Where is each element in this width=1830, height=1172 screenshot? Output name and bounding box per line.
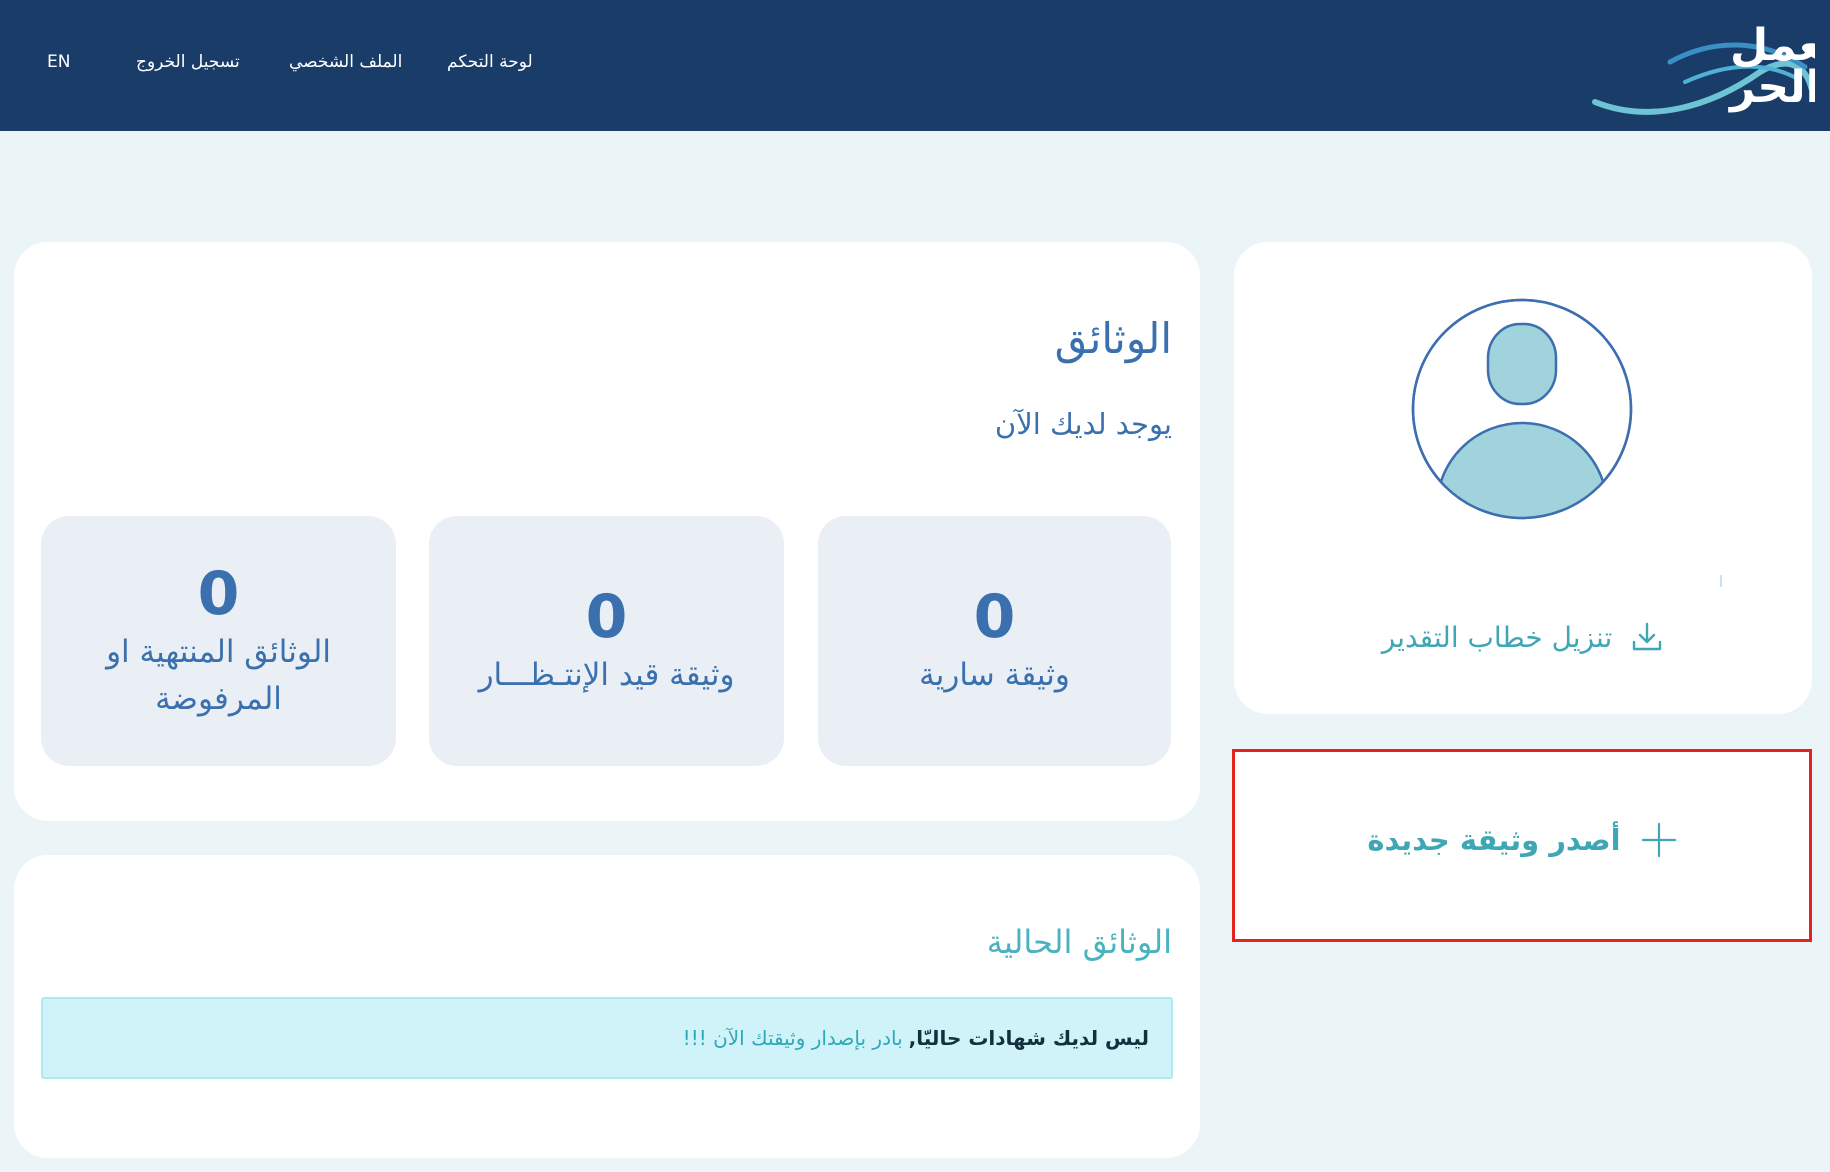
alert-message: ليس لديك شهادات حاليّا, bbox=[908, 1026, 1149, 1050]
issue-new-document-label: أصدر وثيقة جديدة bbox=[1367, 823, 1621, 857]
issue-document-link[interactable]: بادر بإصدار وثيقتك الآن !!! bbox=[683, 1026, 903, 1050]
documents-summary-card: الوثائق يوجد لديك الآن 0 وثيقة سارية 0 و… bbox=[14, 242, 1200, 821]
issue-new-document-content: أصدر وثيقة جديدة bbox=[1235, 822, 1809, 858]
stat-expired-documents: 0 الوثائق المنتهية او المرفوضة bbox=[41, 516, 396, 766]
top-navbar: EN تسجيل الخروج الملف الشخصي لوحة التحكم… bbox=[0, 0, 1830, 131]
stat-expired-count: 0 bbox=[197, 559, 240, 629]
logout-link[interactable]: تسجيل الخروج bbox=[136, 52, 240, 72]
profile-card: تنزيل خطاب التقدير bbox=[1234, 242, 1812, 714]
stat-active-label: وثيقة سارية bbox=[919, 657, 1070, 694]
plus-icon bbox=[1641, 822, 1676, 858]
logo-text-line2: الحر bbox=[1728, 62, 1815, 113]
stat-active-count: 0 bbox=[973, 582, 1016, 653]
current-documents-title: الوثائق الحالية bbox=[986, 923, 1172, 961]
stat-pending-documents: 0 وثيقة قيد الإنتـظـــار bbox=[429, 516, 784, 766]
dashboard-link[interactable]: لوحة التحكم bbox=[447, 52, 533, 72]
decorative-mark bbox=[1720, 575, 1722, 587]
issue-new-document-button[interactable]: أصدر وثيقة جديدة bbox=[1232, 749, 1812, 942]
stat-expired-label: الوثائق المنتهية او المرفوضة bbox=[106, 634, 331, 717]
stat-pending-label: وثيقة قيد الإنتـظـــار bbox=[478, 657, 735, 694]
freelance-logo[interactable]: العمل الحر bbox=[1590, 12, 1815, 117]
language-switch-link[interactable]: EN bbox=[47, 52, 70, 72]
download-icon bbox=[1633, 622, 1662, 651]
download-appreciation-letter-button[interactable]: تنزيل خطاب التقدير bbox=[1234, 620, 1812, 654]
no-certificates-alert: ليس لديك شهادات حاليّا, بادر بإصدار وثيق… bbox=[41, 997, 1173, 1079]
documents-subtitle: يوجد لديك الآن bbox=[994, 407, 1172, 441]
stat-pending-count: 0 bbox=[585, 582, 628, 653]
current-documents-card: الوثائق الحالية ليس لديك شهادات حاليّا, … bbox=[14, 855, 1200, 1158]
documents-title: الوثائق bbox=[1054, 314, 1172, 363]
profile-link[interactable]: الملف الشخصي bbox=[289, 52, 402, 72]
stat-active-documents: 0 وثيقة سارية bbox=[818, 516, 1171, 766]
download-label: تنزيل خطاب التقدير bbox=[1381, 620, 1613, 654]
user-avatar-icon bbox=[1411, 298, 1633, 520]
